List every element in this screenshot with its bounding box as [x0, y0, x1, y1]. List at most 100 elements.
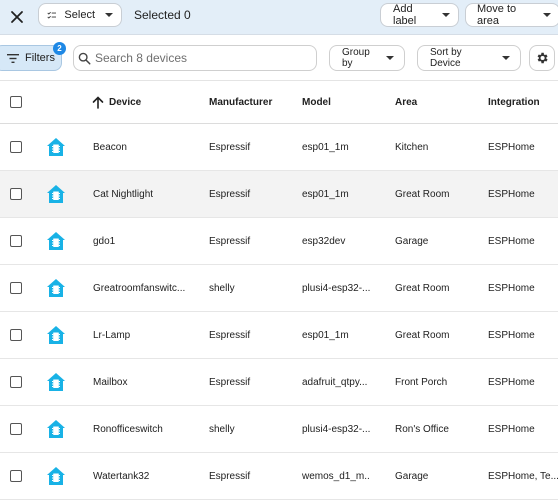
- device-area: Great Room: [395, 329, 450, 341]
- device-name: Watertank32: [93, 470, 150, 482]
- device-model: plusi4-esp32-...: [302, 423, 370, 435]
- search-input[interactable]: [92, 50, 316, 66]
- esphome-icon: [47, 373, 65, 391]
- move-to-area-button[interactable]: Move to area: [465, 3, 558, 27]
- settings-button[interactable]: [529, 45, 555, 71]
- group-by-label: Group by: [342, 47, 370, 69]
- search-field[interactable]: [73, 45, 317, 71]
- chevron-down-icon: [543, 13, 551, 17]
- esphome-icon: [47, 326, 65, 344]
- table-row[interactable]: Lr-Lamp Espressif esp01_1m Great Room ES…: [0, 312, 558, 359]
- esphome-icon: [47, 467, 65, 485]
- add-label-button[interactable]: Add label: [380, 3, 459, 27]
- device-integration: ESPHome, Te...: [488, 470, 558, 482]
- device-area: Garage: [395, 235, 429, 247]
- select-label: Select: [64, 9, 95, 21]
- column-header-area[interactable]: Area: [395, 81, 475, 123]
- column-header-integration[interactable]: Integration: [488, 81, 558, 123]
- device-area: Kitchen: [395, 141, 429, 153]
- device-model: plusi4-esp32-...: [302, 282, 370, 294]
- selection-bar: Select Selected 0 Add label Move to area: [0, 0, 558, 35]
- row-checkbox[interactable]: [10, 329, 22, 341]
- chevron-down-icon: [442, 13, 450, 17]
- device-area: Front Porch: [395, 376, 448, 388]
- row-checkbox[interactable]: [10, 188, 22, 200]
- esphome-icon: [47, 279, 65, 297]
- device-name: Cat Nightlight: [93, 188, 154, 200]
- device-manufacturer: Espressif: [209, 470, 251, 482]
- move-to-area-text: Move to area: [477, 3, 517, 27]
- chevron-down-icon: [502, 56, 510, 60]
- table-row[interactable]: Beacon Espressif esp01_1m Kitchen ESPHom…: [0, 124, 558, 171]
- row-checkbox[interactable]: [10, 282, 22, 294]
- table-header: Device Manufacturer Model Area Integrati…: [0, 81, 558, 124]
- row-checkbox[interactable]: [10, 470, 22, 482]
- device-name: gdo1: [93, 235, 116, 247]
- row-checkbox[interactable]: [10, 376, 22, 388]
- selected-count: Selected 0: [134, 8, 191, 22]
- device-model: esp32dev: [302, 235, 346, 247]
- esphome-icon: [47, 232, 65, 250]
- table-row[interactable]: Ronofficeswitch shelly plusi4-esp32-... …: [0, 406, 558, 453]
- device-name: Ronofficeswitch: [93, 423, 163, 435]
- checklist-icon: [47, 11, 57, 19]
- esphome-icon: [47, 138, 65, 156]
- select-menu-button[interactable]: Select: [38, 3, 122, 27]
- select-all-checkbox[interactable]: [10, 96, 22, 108]
- device-area: Great Room: [395, 282, 450, 294]
- device-name: Lr-Lamp: [93, 329, 131, 341]
- group-by-button[interactable]: Group by: [329, 45, 405, 71]
- device-integration: ESPHome: [488, 329, 535, 341]
- device-integration: ESPHome: [488, 376, 535, 388]
- table-row[interactable]: Watertank32 Espressif wemos_d1_m... Gara…: [0, 453, 558, 500]
- device-manufacturer: shelly: [209, 282, 235, 294]
- devices-table: Device Manufacturer Model Area Integrati…: [0, 81, 558, 500]
- device-integration: ESPHome: [488, 282, 535, 294]
- device-model: adafruit_qtpy...: [302, 376, 368, 388]
- toolbar: Filters 2 Group by Sort by Device: [0, 35, 558, 81]
- table-row[interactable]: Mailbox Espressif adafruit_qtpy... Front…: [0, 359, 558, 406]
- filters-count-badge: 2: [53, 42, 66, 55]
- device-area: Great Room: [395, 188, 450, 200]
- device-area: Garage: [395, 470, 429, 482]
- close-icon: [11, 11, 23, 23]
- column-header-manufacturer[interactable]: Manufacturer: [209, 81, 289, 123]
- close-selection-button[interactable]: [4, 4, 30, 30]
- search-icon: [78, 52, 91, 65]
- device-integration: ESPHome: [488, 423, 535, 435]
- device-integration: ESPHome: [488, 188, 535, 200]
- device-manufacturer: Espressif: [209, 188, 251, 200]
- row-checkbox[interactable]: [10, 423, 22, 435]
- device-name: Mailbox: [93, 376, 128, 388]
- column-header-device[interactable]: Device: [92, 81, 187, 123]
- device-manufacturer: Espressif: [209, 141, 251, 153]
- device-manufacturer: Espressif: [209, 376, 251, 388]
- device-area: Ron's Office: [395, 423, 449, 435]
- header-device-label: Device: [109, 96, 142, 108]
- table-row[interactable]: Greatroomfanswitc... shelly plusi4-esp32…: [0, 265, 558, 312]
- device-name: Beacon: [93, 141, 127, 153]
- esphome-icon: [47, 185, 65, 203]
- esphome-icon: [47, 420, 65, 438]
- gear-icon: [537, 52, 548, 64]
- row-checkbox[interactable]: [10, 141, 22, 153]
- chevron-down-icon: [386, 56, 394, 60]
- device-model: esp01_1m: [302, 188, 349, 200]
- table-row[interactable]: gdo1 Espressif esp32dev Garage ESPHome: [0, 218, 558, 265]
- chevron-down-icon: [105, 13, 113, 17]
- add-label-text: Add label: [393, 3, 417, 27]
- device-model: esp01_1m: [302, 141, 349, 153]
- table-row[interactable]: Cat Nightlight Espressif esp01_1m Great …: [0, 171, 558, 218]
- device-model: esp01_1m: [302, 329, 349, 341]
- device-manufacturer: Espressif: [209, 235, 251, 247]
- row-checkbox[interactable]: [10, 235, 22, 247]
- device-name: Greatroomfanswitc...: [93, 282, 186, 294]
- device-integration: ESPHome: [488, 141, 535, 153]
- column-header-model[interactable]: Model: [302, 81, 370, 123]
- filters-label: Filters: [25, 52, 55, 64]
- sort-by-button[interactable]: Sort by Device: [417, 45, 521, 71]
- device-model: wemos_d1_m...: [302, 470, 370, 482]
- device-integration: ESPHome: [488, 235, 535, 247]
- arrow-up-icon: [92, 95, 104, 109]
- device-manufacturer: Espressif: [209, 329, 251, 341]
